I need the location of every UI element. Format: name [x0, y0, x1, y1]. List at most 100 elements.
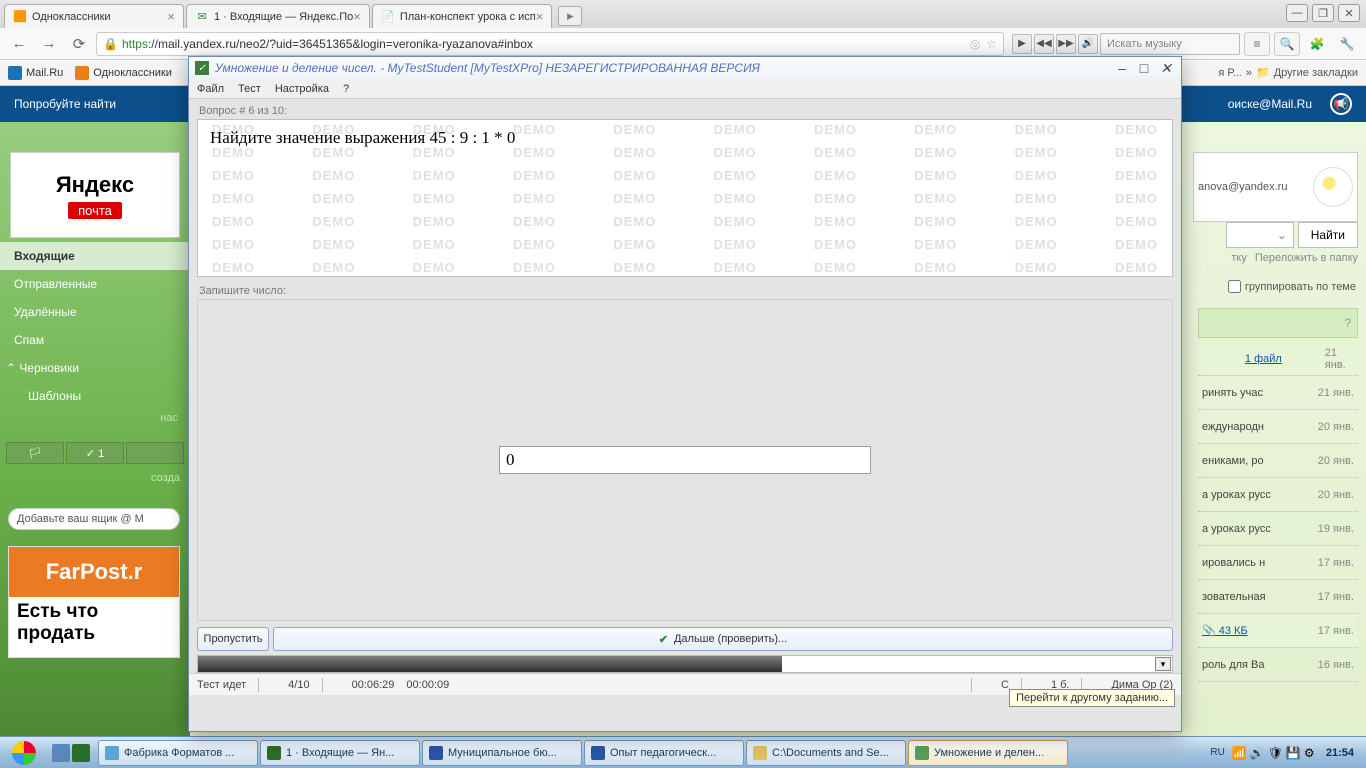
- user-email: anova@yandex.ru: [1198, 181, 1313, 193]
- empty-button[interactable]: [126, 442, 184, 464]
- language-indicator[interactable]: RU: [1207, 747, 1227, 758]
- list-item[interactable]: а уроках русс20 янв.: [1198, 478, 1358, 512]
- tray-icon[interactable]: 🔊: [1250, 746, 1264, 760]
- taskbar-item[interactable]: Муниципальное бю...: [422, 740, 582, 766]
- folder-spam[interactable]: Спам: [0, 326, 190, 354]
- folder-deleted[interactable]: Удалённые: [0, 298, 190, 326]
- settings-icon[interactable]: 🔧: [1334, 32, 1360, 56]
- status-time-question: 00:00:09: [406, 679, 449, 691]
- minimize-icon[interactable]: –: [1113, 60, 1131, 77]
- lock-icon: 🔒: [103, 37, 118, 51]
- group-by-topic-checkbox[interactable]: [1228, 280, 1241, 293]
- skip-button[interactable]: Пропустить: [197, 627, 269, 651]
- move-to-folder-link[interactable]: Переложить в папку: [1255, 252, 1358, 264]
- back-button[interactable]: ←: [6, 31, 32, 57]
- close-icon[interactable]: ×: [353, 9, 361, 24]
- extension-icon[interactable]: 🧩: [1304, 32, 1330, 56]
- search-button[interactable]: Найти: [1298, 222, 1358, 248]
- help-strip[interactable]: ?: [1198, 308, 1358, 338]
- question-area: DEMODEMODEMODEMODEMODEMODEMODEMODEMODEMO…: [197, 119, 1173, 277]
- ad-farpost[interactable]: FarPost.r Есть что продать: [8, 546, 180, 658]
- forward-button[interactable]: →: [36, 31, 62, 57]
- address-bar[interactable]: 🔒 https ://mail.yandex.ru/neo2/?uid=3645…: [96, 32, 1004, 56]
- tray-icon[interactable]: 🛡: [1268, 746, 1282, 760]
- check-button[interactable]: ✓ 1: [66, 442, 124, 464]
- close-icon[interactable]: ✕: [1338, 4, 1360, 22]
- minimize-icon[interactable]: —: [1286, 4, 1308, 22]
- folder-templates[interactable]: Шаблоны: [0, 382, 190, 410]
- close-icon[interactable]: ✕: [1157, 60, 1175, 77]
- other-bookmarks[interactable]: Другие закладки: [1274, 67, 1358, 79]
- user-card[interactable]: anova@yandex.ru: [1193, 152, 1358, 222]
- quick-launch-icon[interactable]: [72, 744, 90, 762]
- list-item[interactable]: ениками, ро20 янв.: [1198, 444, 1358, 478]
- menu-test[interactable]: Тест: [238, 83, 261, 95]
- sidebar-hint: нас: [0, 410, 190, 426]
- list-item[interactable]: а уроках русс19 янв.: [1198, 512, 1358, 546]
- folder-icon: 📁: [1256, 66, 1270, 79]
- list-item[interactable]: ировались н17 янв.: [1198, 546, 1358, 580]
- message-list: ? 1 файл21 янв. ринять учас21 янв. еждун…: [1198, 308, 1358, 682]
- list-item[interactable]: зовательная17 янв.: [1198, 580, 1358, 614]
- add-mailbox-button[interactable]: Добавьте ваш ящик @ М: [8, 508, 180, 530]
- list-item[interactable]: 1 файл21 янв.: [1198, 342, 1358, 376]
- tray-icon[interactable]: 📶: [1232, 746, 1246, 760]
- maximize-icon[interactable]: □: [1135, 60, 1153, 77]
- menu-settings[interactable]: Настройка: [275, 83, 329, 95]
- list-item[interactable]: еждународн20 янв.: [1198, 410, 1358, 444]
- tab-label: 1 · Входящие — Яндекс.По: [214, 11, 353, 23]
- banner-mail-link[interactable]: оиске@Mail.Ru: [1228, 97, 1312, 111]
- bookmark-item[interactable]: Одноклассники: [75, 66, 172, 80]
- close-icon[interactable]: ×: [536, 9, 544, 24]
- menu-help[interactable]: ?: [343, 83, 349, 95]
- status-time-total: 00:06:29: [352, 679, 395, 691]
- progress-bar[interactable]: ▾: [197, 655, 1173, 673]
- taskbar-item[interactable]: Умножение и делен...: [908, 740, 1068, 766]
- taskbar-item[interactable]: C:\Documents and Se...: [746, 740, 906, 766]
- search-icon[interactable]: 🔍: [1274, 32, 1300, 56]
- bookmark-overflow[interactable]: я Р...: [1218, 67, 1241, 79]
- bookmark-item[interactable]: Mail.Ru: [8, 66, 63, 80]
- next-button[interactable]: ✔Дальше (проверить)...: [273, 627, 1173, 651]
- browser-tab[interactable]: ✉ 1 · Входящие — Яндекс.По ×: [186, 4, 370, 28]
- taskbar-item[interactable]: 1 · Входящие — Ян...: [260, 740, 420, 766]
- taskbar-item[interactable]: Фабрика Форматов ...: [98, 740, 258, 766]
- list-item[interactable]: роль для Ва16 янв.: [1198, 648, 1358, 682]
- menu-file[interactable]: Файл: [197, 83, 224, 95]
- prev-track-icon[interactable]: ◀◀: [1034, 34, 1054, 54]
- chevron-down-icon[interactable]: ▾: [1155, 657, 1171, 671]
- search-scope-dropdown[interactable]: ⌄: [1226, 222, 1294, 248]
- flag-button[interactable]: 🏳: [6, 442, 64, 464]
- announce-icon[interactable]: 📢: [1330, 93, 1352, 115]
- maximize-icon[interactable]: ❐: [1312, 4, 1334, 22]
- menu-icon[interactable]: ≡: [1244, 32, 1270, 56]
- window-title-bar[interactable]: ✓ Умножение и деление чисел. - MyTestStu…: [189, 57, 1181, 79]
- volume-icon[interactable]: 🔊: [1078, 34, 1098, 54]
- list-item[interactable]: ринять учас21 янв.: [1198, 376, 1358, 410]
- quick-launch-icon[interactable]: [52, 744, 70, 762]
- folder-inbox[interactable]: Входящие: [0, 242, 190, 270]
- play-icon[interactable]: ▶: [1012, 34, 1032, 54]
- tray-icon[interactable]: ⚙: [1304, 746, 1318, 760]
- clock[interactable]: 21:54: [1322, 747, 1358, 759]
- start-button[interactable]: [4, 739, 44, 767]
- translate-icon[interactable]: ◎: [970, 37, 980, 51]
- next-track-icon[interactable]: ▶▶: [1056, 34, 1076, 54]
- folder-drafts[interactable]: ⌃ Черновики: [0, 354, 190, 382]
- list-item[interactable]: 📎 43 КБ17 янв.: [1198, 614, 1358, 648]
- answer-input[interactable]: [499, 446, 871, 474]
- status-progress: 4/10: [288, 679, 309, 691]
- folder-sent[interactable]: Отправленные: [0, 270, 190, 298]
- new-tab-button[interactable]: ▸: [558, 6, 582, 26]
- question-text: Найдите значение выражения 45 : 9 : 1 * …: [210, 128, 1160, 148]
- chevron-right-icon[interactable]: »: [1246, 67, 1252, 79]
- music-search-input[interactable]: Искать музыку: [1100, 33, 1240, 55]
- taskbar-item[interactable]: Опыт педагогическ...: [584, 740, 744, 766]
- sidebar-buttons: 🏳 ✓ 1: [6, 442, 184, 464]
- browser-tab[interactable]: 📄 План-конспект урока с исп ×: [372, 4, 553, 28]
- close-icon[interactable]: ×: [167, 9, 175, 24]
- bookmark-star-icon[interactable]: ☆: [986, 37, 997, 51]
- browser-tab[interactable]: 🟧 Одноклассники ×: [4, 4, 184, 28]
- reload-button[interactable]: ⟳: [66, 31, 92, 57]
- tray-icon[interactable]: 💾: [1286, 746, 1300, 760]
